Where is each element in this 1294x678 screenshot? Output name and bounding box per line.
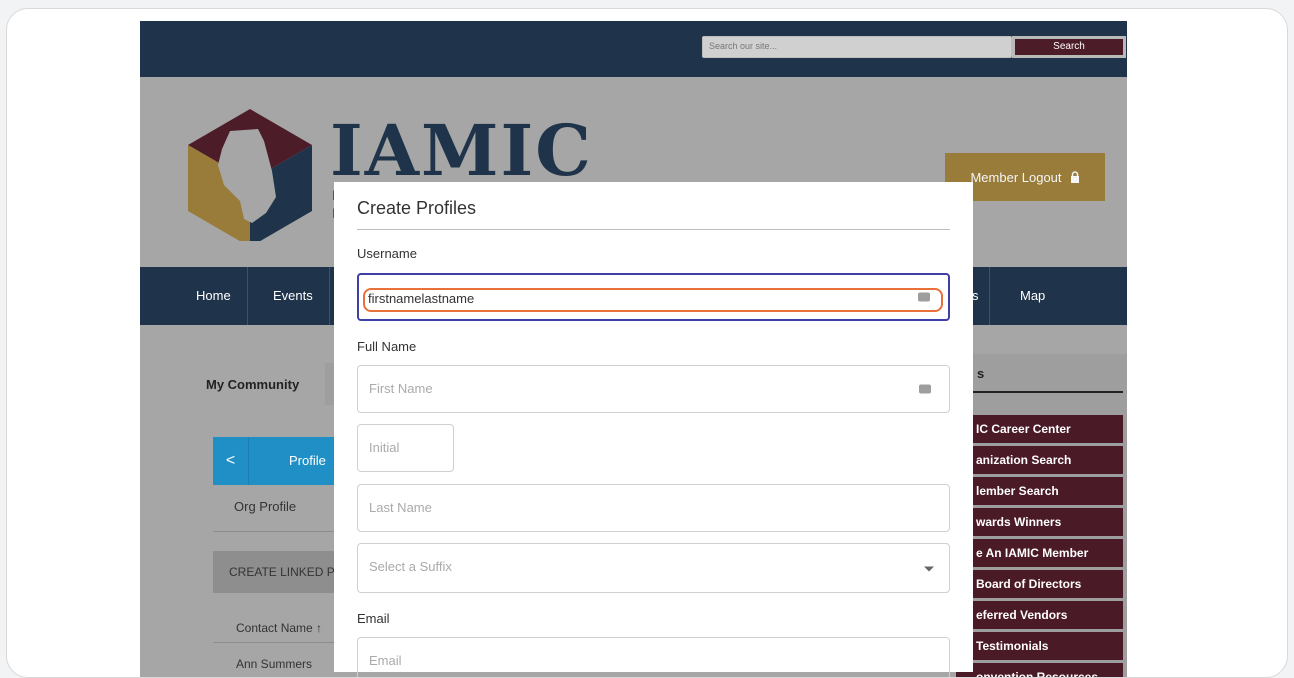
focus-highlight	[363, 288, 943, 312]
nav-item-home[interactable]: Home	[180, 267, 248, 325]
search-button-label: Search	[1015, 39, 1123, 55]
resources-panel: s IC Career Center anization Search lemb…	[956, 354, 1127, 677]
username-label: Username	[357, 246, 417, 261]
email-field[interactable]: Email	[357, 637, 950, 677]
keyboard-icon	[918, 292, 930, 302]
suffix-placeholder: Select a Suffix	[369, 559, 452, 574]
top-bar: Search our site... Search	[140, 21, 1127, 77]
first-name-placeholder: First Name	[369, 381, 433, 396]
last-name-field[interactable]: Last Name	[357, 484, 950, 532]
contact-name-header[interactable]: Contact Name ↑	[236, 621, 322, 635]
nav-item-events[interactable]: Events	[257, 267, 330, 325]
resource-link[interactable]: onvention Resources	[956, 663, 1123, 677]
tab-org-profile[interactable]: Org Profile	[234, 499, 296, 514]
divider	[213, 642, 343, 643]
resource-link[interactable]: anization Search	[956, 446, 1123, 474]
create-linked-profile-button[interactable]: CREATE LINKED P	[213, 551, 343, 593]
tab-profile[interactable]: Profile	[289, 437, 326, 485]
site-search-input[interactable]: Search our site...	[702, 36, 1012, 58]
divider	[956, 391, 1123, 393]
logo-text: IAMIC	[330, 109, 593, 192]
resource-link[interactable]: Board of Directors	[956, 570, 1123, 598]
tab-back-button[interactable]: <	[213, 437, 249, 485]
resource-link[interactable]: e An IAMIC Member	[956, 539, 1123, 567]
resource-link[interactable]: wards Winners	[956, 508, 1123, 536]
logout-label: Member Logout	[970, 169, 1062, 185]
first-name-field[interactable]: First Name	[357, 365, 950, 413]
profile-tabs: < Profile	[213, 437, 341, 485]
keyboard-icon	[919, 384, 931, 394]
divider	[213, 531, 341, 532]
full-name-label: Full Name	[357, 339, 417, 354]
iamic-logo-icon	[188, 109, 312, 241]
modal-title: Create Profiles	[357, 198, 477, 218]
resources-heading: s	[977, 366, 985, 381]
resource-link[interactable]: Testimonials	[956, 632, 1123, 660]
initial-placeholder: Initial	[369, 440, 400, 455]
browser-frame: Search our site... Search IAMIC II Membe…	[6, 8, 1288, 678]
email-label: Email	[357, 611, 390, 626]
divider	[357, 229, 950, 230]
username-field[interactable]: firstnamelastname	[357, 273, 950, 321]
nav-item-map[interactable]: Map	[1004, 267, 1061, 325]
resource-link[interactable]: lember Search	[956, 477, 1123, 505]
create-profiles-modal: Create Profiles Username firstnamelastna…	[334, 182, 973, 677]
last-name-placeholder: Last Name	[369, 500, 432, 515]
my-community-title: My Community	[206, 377, 300, 392]
resource-link[interactable]: eferred Vendors	[956, 601, 1123, 629]
table-row[interactable]: Ann Summers	[236, 657, 312, 671]
chevron-down-icon	[924, 566, 934, 572]
lock-icon	[1070, 171, 1079, 183]
resource-link[interactable]: IC Career Center	[956, 415, 1123, 443]
initial-field[interactable]: Initial	[357, 424, 454, 472]
suffix-select[interactable]: Select a Suffix	[357, 543, 950, 593]
site-search-button[interactable]: Search	[1012, 36, 1126, 58]
